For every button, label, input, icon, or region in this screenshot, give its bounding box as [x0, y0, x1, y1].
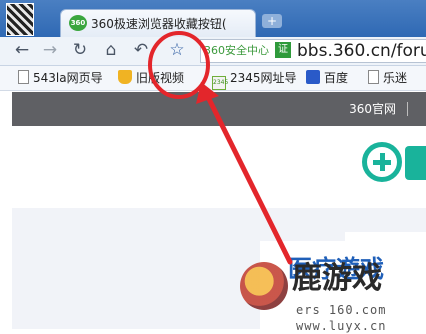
address-bar[interactable]: 360安全中心 证 bbs.360.cn/foru — [200, 39, 426, 63]
bookmark-label: 2345网址导 — [230, 71, 297, 85]
360-browser-icon: 360 — [69, 15, 87, 31]
bookmark-item[interactable]: 乐迷 — [368, 70, 407, 86]
tab-title: 360极速浏览器收藏按钮( — [91, 17, 227, 31]
bookmark-item[interactable]: 2345 2345网址导 — [212, 70, 297, 90]
watermark-url: ers 160.com www.luyx.cn — [296, 303, 387, 333]
reload-icon[interactable]: ↻ — [70, 40, 90, 60]
bookmarks-bar: 543la网页导 旧版视频 2345 2345网址导 百度 乐迷 — [0, 66, 426, 91]
bookmark-label: 乐迷 — [383, 71, 408, 85]
watermark-text: 鹿游戏 — [292, 261, 382, 296]
tiger-skin-icon — [6, 3, 34, 36]
bookmark-label: 543la网页导 — [33, 71, 103, 85]
tab-strip: 360 360极速浏览器收藏按钮( + — [0, 0, 426, 37]
tab-active[interactable]: 360 360极速浏览器收藏按钮( — [60, 9, 256, 37]
2345-icon: 2345 — [212, 76, 228, 90]
bookmark-label: 旧版视频 — [136, 71, 185, 85]
site-header-bar: 360官网 — [12, 92, 426, 126]
security-badge: 证 — [275, 42, 291, 58]
url-text[interactable]: bbs.360.cn/foru — [297, 40, 426, 62]
logo-fragment — [405, 146, 426, 180]
home-icon[interactable]: ⌂ — [101, 40, 121, 60]
document-icon — [18, 70, 29, 84]
security-label: 360安全中心 — [204, 44, 269, 57]
forward-icon[interactable]: → — [40, 40, 60, 60]
document-icon — [368, 70, 379, 84]
toolbar: ← → ↻ ⌂ ↶ ☆ 360安全中心 证 bbs.360.cn/foru — [0, 37, 426, 66]
bookmark-item[interactable]: 旧版视频 — [118, 70, 184, 86]
bookmark-label: 百度 — [324, 71, 349, 85]
undo-close-tab-icon[interactable]: ↶ — [131, 40, 151, 60]
bookmark-item[interactable]: 百度 — [306, 70, 348, 86]
trophy-icon — [118, 70, 132, 84]
watermark-logo — [240, 262, 288, 310]
paw-icon — [306, 70, 320, 84]
plus-logo-icon — [362, 142, 402, 182]
header-link-360[interactable]: 360官网 — [349, 101, 396, 117]
bookmark-star-icon[interactable]: ☆ — [167, 40, 187, 60]
new-tab-button[interactable]: + — [262, 14, 282, 28]
back-icon[interactable]: ← — [12, 40, 32, 60]
bookmark-item[interactable]: 543la网页导 — [18, 70, 103, 86]
header-divider — [407, 102, 408, 116]
